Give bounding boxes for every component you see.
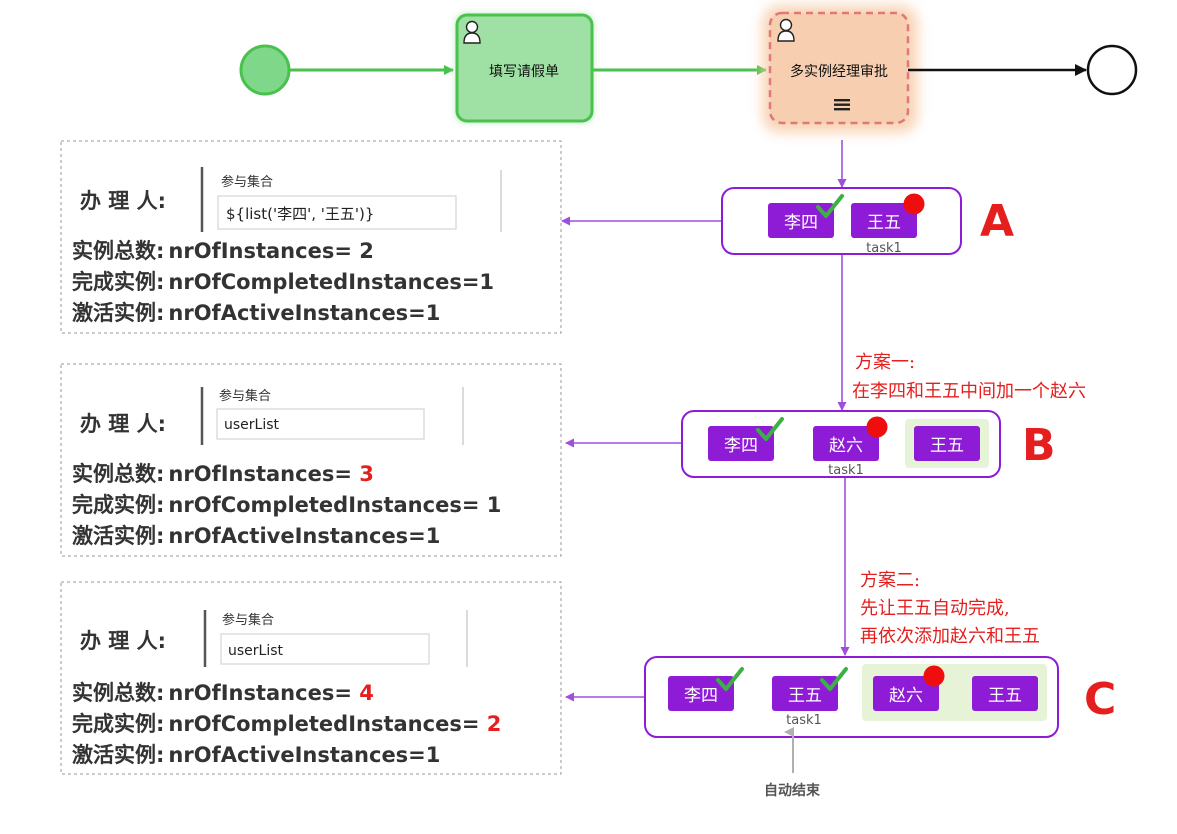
task-label: task1 — [786, 713, 822, 728]
completed-expression: nrOfCompletedInstances= — [168, 270, 479, 294]
handler-label: 办 理 人: — [80, 629, 166, 653]
group-letter: C — [1084, 674, 1116, 725]
completed-value: 2 — [487, 712, 502, 736]
start-event[interactable] — [239, 44, 291, 96]
total-value: 3 — [359, 462, 374, 486]
total-expression: nrOfInstances= — [168, 681, 359, 705]
completed-label: 完成实例: — [72, 493, 164, 517]
instance-panel-1: 办 理 人: 参与集合 ${list('李四', '王五')} 实例总数: nrO… — [60, 140, 562, 334]
auto-end-label: 自动结束 — [764, 782, 821, 799]
assignee-chip-label: 赵六 — [829, 436, 863, 456]
completed-expression: nrOfCompletedInstances= — [168, 493, 486, 517]
handler-label: 办 理 人: — [80, 189, 166, 213]
svg-text:激活实例:nrOfActiveInstances=1: 激活实例: nrOfActiveInstances=1 — [72, 524, 440, 548]
completed-value: 1 — [487, 493, 502, 517]
task-label: task1 — [866, 241, 902, 256]
task-label: task1 — [828, 463, 864, 478]
total-label: 实例总数: — [72, 239, 164, 263]
svg-text:完成实例:nrOfCompletedInstances=1: 完成实例: nrOfCompletedInstances=1 — [72, 270, 494, 294]
total-value: 4 — [359, 681, 374, 705]
assignee-chip-label: 王五 — [788, 686, 822, 706]
plan-one-body: 在李四和王五中间加一个赵六 — [852, 381, 1086, 402]
total-expression: nrOfInstances= — [168, 462, 359, 486]
completed-label: 完成实例: — [72, 270, 164, 294]
total-label: 实例总数: — [72, 462, 164, 486]
plan-one-title: 方案一: — [855, 352, 915, 373]
collection-label: 参与集合 — [222, 612, 274, 628]
svg-text:实例总数:nrOfInstances= 2: 实例总数: nrOfInstances= 2 — [72, 239, 374, 263]
collection-input-value: ${list('李四', '王五')} — [226, 205, 374, 223]
svg-text:完成实例:nrOfCompletedInstances= 2: 完成实例: nrOfCompletedInstances= 2 — [72, 712, 501, 736]
assignee-chip-label: 李四 — [724, 436, 758, 456]
collection-label: 参与集合 — [221, 174, 273, 190]
total-value: 2 — [359, 239, 374, 263]
assignee-chip-label: 李四 — [684, 686, 718, 706]
active-expression: nrOfActiveInstances=1 — [168, 301, 440, 325]
collection-label: 参与集合 — [219, 388, 271, 404]
svg-text:实例总数:nrOfInstances= 3: 实例总数: nrOfInstances= 3 — [72, 462, 374, 486]
active-dot-icon — [903, 193, 925, 215]
svg-text:实例总数:nrOfInstances= 4: 实例总数: nrOfInstances= 4 — [72, 681, 374, 705]
total-label: 实例总数: — [72, 681, 164, 705]
active-dot-icon — [923, 665, 945, 687]
task-fill-label: 填写请假单 — [489, 64, 559, 80]
assignee-chip-label: 王五 — [930, 436, 964, 456]
active-label: 激活实例: — [72, 301, 164, 325]
end-event[interactable] — [1086, 44, 1138, 96]
completed-expression: nrOfCompletedInstances= — [168, 712, 486, 736]
multi-instance-parallel-icon — [834, 99, 850, 111]
instance-panel-3: 办 理 人: 参与集合 userList 实例总数: nrOfInstances=… — [60, 581, 562, 775]
group-letter: B — [1022, 420, 1056, 471]
svg-text:激活实例:nrOfActiveInstances=1: 激活实例: nrOfActiveInstances=1 — [72, 301, 440, 325]
assignee-chip-label: 李四 — [784, 213, 818, 233]
bpmn-flow: 填写请假单 多实例经理审批 — [239, 5, 1138, 133]
auto-end-annotation: 自动结束 — [764, 727, 821, 799]
group-letter: A — [980, 196, 1014, 247]
plan-two-line-2: 再依次添加赵六和王五 — [860, 626, 1040, 647]
diagram-canvas: 填写请假单 多实例经理审批 办 理 人: 参与集合 ${list('李四', '… — [60, 5, 1138, 799]
instance-panel-2: 办 理 人: 参与集合 userList 实例总数: nrOfInstances=… — [60, 363, 562, 557]
collection-input-value: userList — [224, 417, 280, 433]
assignee-chip-label: 赵六 — [889, 686, 923, 706]
completed-value: 1 — [479, 270, 494, 294]
collection-input-value: userList — [228, 643, 284, 659]
instance-group-c: 李四 王五 赵六 王五 task1 C — [644, 656, 1116, 738]
plan-one-note: 方案一: 在李四和王五中间加一个赵六 — [852, 352, 1086, 402]
task-approve-label: 多实例经理审批 — [790, 63, 888, 80]
active-label: 激活实例: — [72, 524, 164, 548]
plan-two-note: 方案二: 先让王五自动完成, 再依次添加赵六和王五 — [860, 570, 1040, 647]
assignee-chip-label: 王五 — [988, 686, 1022, 706]
plan-two-title: 方案二: — [860, 570, 920, 591]
total-expression: nrOfInstances= — [168, 239, 359, 263]
active-label: 激活实例: — [72, 743, 164, 767]
svg-text:完成实例:nrOfCompletedInstances= 1: 完成实例: nrOfCompletedInstances= 1 — [72, 493, 501, 517]
instance-group-a: 李四 王五 task1 A — [721, 187, 1014, 256]
instance-group-b: 李四 赵六 王五 task1 B — [681, 410, 1056, 478]
plan-two-line-1: 先让王五自动完成, — [860, 598, 1010, 619]
handler-label: 办 理 人: — [80, 412, 166, 436]
active-expression: nrOfActiveInstances=1 — [168, 524, 440, 548]
svg-text:激活实例:nrOfActiveInstances=1: 激活实例: nrOfActiveInstances=1 — [72, 743, 440, 767]
completed-label: 完成实例: — [72, 712, 164, 736]
assignee-chip-label: 王五 — [867, 213, 901, 233]
active-dot-icon — [866, 416, 888, 438]
active-expression: nrOfActiveInstances=1 — [168, 743, 440, 767]
